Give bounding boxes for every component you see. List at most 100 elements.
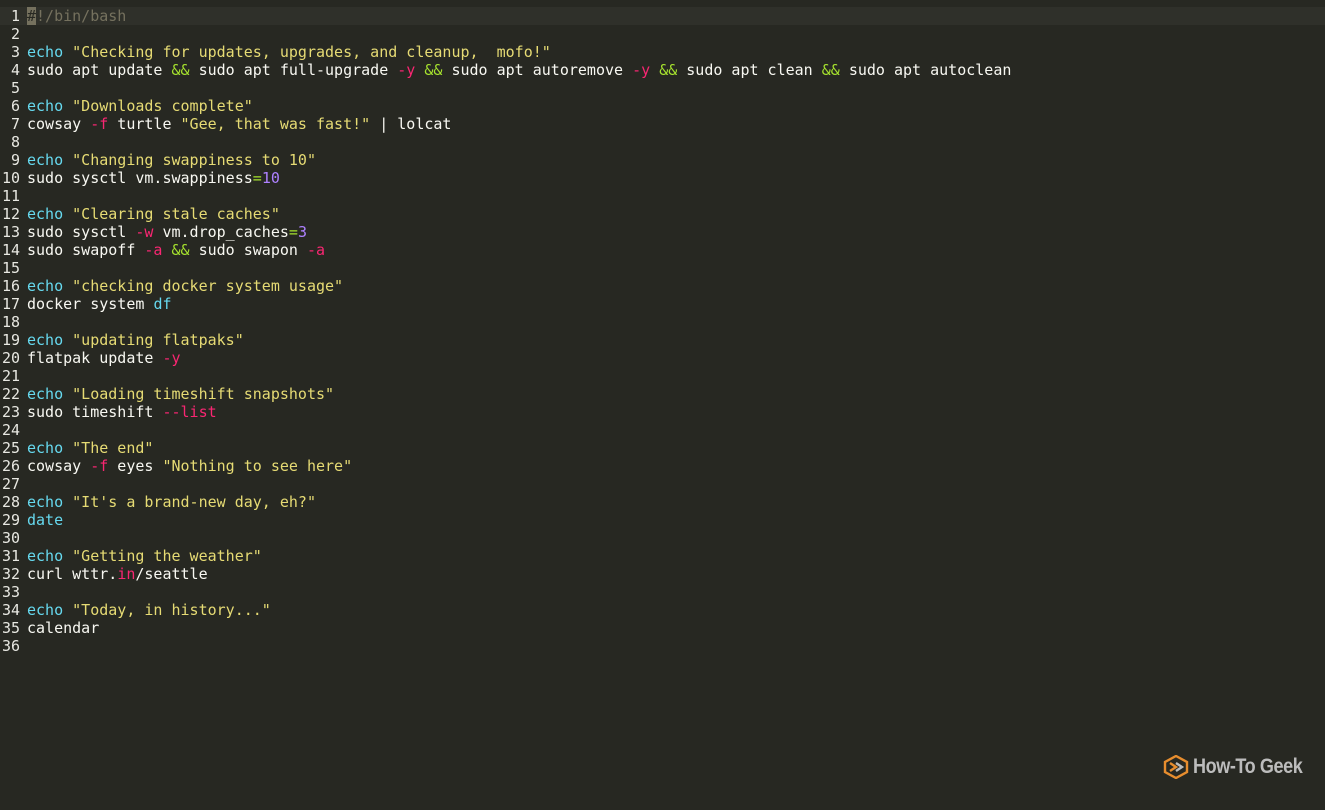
code-line[interactable]: 4 sudo apt update && sudo apt full-upgrad… xyxy=(0,61,1325,79)
string-literal: "Downloads complete" xyxy=(72,97,253,115)
line-content[interactable]: echo "checking docker system usage" xyxy=(27,277,343,295)
code-line[interactable]: 15 xyxy=(0,259,1325,277)
code-line[interactable]: 9 echo "Changing swappiness to 10" xyxy=(0,151,1325,169)
code-line[interactable]: 29 date xyxy=(0,511,1325,529)
line-content[interactable]: sudo sysctl vm.swappiness=10 xyxy=(27,169,280,187)
code-line[interactable]: 18 xyxy=(0,313,1325,331)
line-number: 1 xyxy=(10,7,20,25)
code-text: eyes xyxy=(108,457,163,475)
code-line[interactable]: 27 xyxy=(0,475,1325,493)
string-literal: "Changing swappiness to 10" xyxy=(72,151,316,169)
htg-logo-icon xyxy=(1163,755,1189,779)
code-line[interactable]: 2 xyxy=(0,25,1325,43)
code-text: sudo sysctl vm.swappiness xyxy=(27,169,253,187)
code-line[interactable]: 11 xyxy=(0,187,1325,205)
code-line[interactable]: 21 xyxy=(0,367,1325,385)
builtin-keyword: echo xyxy=(27,277,64,295)
line-content[interactable]: docker system df xyxy=(27,295,172,313)
code-line[interactable]: 5 xyxy=(0,79,1325,97)
line-content[interactable]: date xyxy=(27,511,63,529)
line-number: 16 xyxy=(1,277,20,295)
code-line[interactable]: 16 echo "checking docker system usage" xyxy=(0,277,1325,295)
code-line[interactable]: 14 sudo swapoff -a && sudo swapon -a xyxy=(0,241,1325,259)
line-content[interactable]: echo "The end" xyxy=(27,439,153,457)
code-line[interactable]: 20 flatpak update -y xyxy=(0,349,1325,367)
code-line[interactable]: 31 echo "Getting the weather" xyxy=(0,547,1325,565)
line-content[interactable]: echo "Checking for updates, upgrades, an… xyxy=(27,43,551,61)
line-content[interactable]: echo "Today, in history..." xyxy=(27,601,271,619)
code-line[interactable]: 12 echo "Clearing stale caches" xyxy=(0,205,1325,223)
string-literal: "The end" xyxy=(72,439,154,457)
builtin-keyword: df xyxy=(153,295,172,313)
line-content[interactable]: echo "Changing swappiness to 10" xyxy=(27,151,316,169)
line-number: 9 xyxy=(10,151,20,169)
code-line[interactable]: 17 docker system df xyxy=(0,295,1325,313)
code-line[interactable]: 23 sudo timeshift --list xyxy=(0,403,1325,421)
line-content[interactable]: echo "updating flatpaks" xyxy=(27,331,244,349)
builtin-keyword: date xyxy=(27,511,64,529)
line-content[interactable]: #!/bin/bash xyxy=(27,7,126,25)
code-line[interactable]: 1 #!/bin/bash xyxy=(0,7,1325,25)
code-line[interactable]: 34 echo "Today, in history..." xyxy=(0,601,1325,619)
line-content[interactable]: curl wttr.in/seattle xyxy=(27,565,208,583)
line-number: 8 xyxy=(10,133,20,151)
line-number: 32 xyxy=(1,565,20,583)
flag-token: -f xyxy=(90,115,109,133)
string-literal: "Today, in history..." xyxy=(72,601,271,619)
flag-token: --list xyxy=(162,403,217,421)
line-content[interactable]: cowsay -f eyes "Nothing to see here" xyxy=(27,457,352,475)
code-line[interactable]: 22 echo "Loading timeshift snapshots" xyxy=(0,385,1325,403)
line-content[interactable]: calendar xyxy=(27,619,99,637)
code-line[interactable]: 3 echo "Checking for updates, upgrades, a… xyxy=(0,43,1325,61)
code-line[interactable]: 35 calendar xyxy=(0,619,1325,637)
code-text: sudo swapon xyxy=(189,241,307,259)
code-line[interactable]: 7 cowsay -f turtle "Gee, that was fast!" … xyxy=(0,115,1325,133)
how-to-geek-watermark: How-To Geek xyxy=(1163,752,1320,782)
code-line[interactable]: 26 cowsay -f eyes "Nothing to see here" xyxy=(0,457,1325,475)
line-content[interactable]: sudo apt update && sudo apt full-upgrade… xyxy=(27,61,1011,79)
operator-token: && xyxy=(171,241,190,259)
line-content[interactable]: echo "It's a brand-new day, eh?" xyxy=(27,493,316,511)
code-line[interactable]: 36 xyxy=(0,637,1325,655)
code-text: sudo sysctl xyxy=(27,223,136,241)
code-line[interactable]: 28 echo "It's a brand-new day, eh?" xyxy=(0,493,1325,511)
code-line[interactable]: 32 curl wttr.in/seattle xyxy=(0,565,1325,583)
code-text: flatpak update xyxy=(27,349,163,367)
line-number: 26 xyxy=(1,457,20,475)
code-text: sudo apt update xyxy=(27,61,172,79)
line-number: 15 xyxy=(1,259,20,277)
line-number: 5 xyxy=(10,79,20,97)
line-content[interactable]: flatpak update -y xyxy=(27,349,181,367)
line-content[interactable]: echo "Downloads complete" xyxy=(27,97,253,115)
text-cursor: # xyxy=(27,7,37,25)
line-content[interactable]: sudo sysctl -w vm.drop_caches=3 xyxy=(27,223,307,241)
flag-token: -w xyxy=(135,223,154,241)
line-content[interactable]: cowsay -f turtle "Gee, that was fast!" |… xyxy=(27,115,451,133)
builtin-keyword: echo xyxy=(27,493,64,511)
code-text: calendar xyxy=(27,619,100,637)
code-line[interactable]: 25 echo "The end" xyxy=(0,439,1325,457)
line-number: 22 xyxy=(1,385,20,403)
string-literal: "Getting the weather" xyxy=(72,547,262,565)
code-line[interactable]: 8 xyxy=(0,133,1325,151)
code-line[interactable]: 30 xyxy=(0,529,1325,547)
code-line[interactable]: 6 echo "Downloads complete" xyxy=(0,97,1325,115)
code-line[interactable]: 10 sudo sysctl vm.swappiness=10 xyxy=(0,169,1325,187)
code-line[interactable]: 19 echo "updating flatpaks" xyxy=(0,331,1325,349)
line-content[interactable]: sudo swapoff -a && sudo swapon -a xyxy=(27,241,325,259)
line-content[interactable]: echo "Loading timeshift snapshots" xyxy=(27,385,334,403)
code-editor[interactable]: 1 #!/bin/bash 2 3 echo "Checking for updates… xyxy=(0,7,1325,655)
operator-token: && xyxy=(821,61,840,79)
comment-token: !/bin/bash xyxy=(36,7,127,25)
operator-token: && xyxy=(171,61,190,79)
line-content[interactable]: sudo timeshift --list xyxy=(27,403,217,421)
line-number: 6 xyxy=(10,97,20,115)
line-content[interactable]: echo "Getting the weather" xyxy=(27,547,262,565)
string-literal: "Gee, that was fast!" xyxy=(180,115,371,133)
line-content[interactable]: echo "Clearing stale caches" xyxy=(27,205,280,223)
code-line[interactable]: 13 sudo sysctl -w vm.drop_caches=3 xyxy=(0,223,1325,241)
code-line[interactable]: 33 xyxy=(0,583,1325,601)
code-line[interactable]: 24 xyxy=(0,421,1325,439)
